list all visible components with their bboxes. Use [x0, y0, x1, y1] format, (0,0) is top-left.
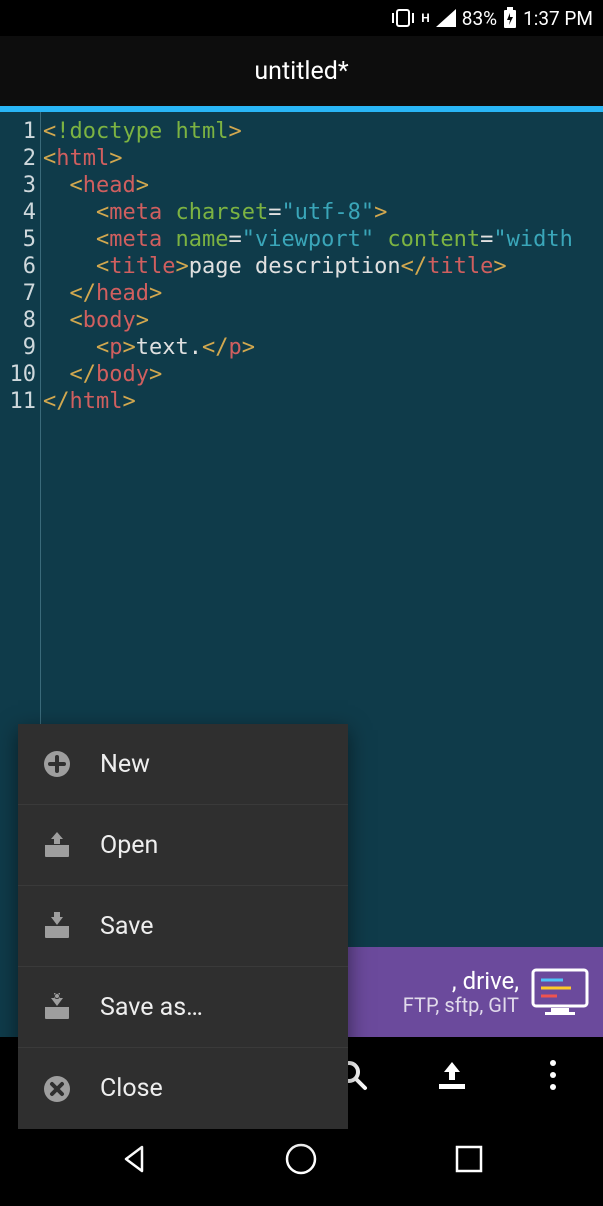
document-title: untitled* — [254, 57, 348, 86]
menu-save[interactable]: Save — [18, 886, 348, 967]
recent-icon — [455, 1145, 483, 1173]
title-bar: untitled* — [0, 36, 603, 106]
close-circle-icon — [40, 1072, 74, 1106]
code-line[interactable]: <head> — [41, 172, 603, 199]
upload-button[interactable] — [422, 1045, 482, 1105]
nav-back[interactable] — [94, 1129, 174, 1189]
menu-close[interactable]: Close — [18, 1048, 348, 1129]
code-line[interactable]: <title>page description</title> — [41, 253, 603, 280]
line-number: 1 — [0, 118, 40, 145]
code-line[interactable]: <!doctype html> — [41, 118, 603, 145]
line-number: 5 — [0, 226, 40, 253]
line-number: 3 — [0, 172, 40, 199]
status-bar: H 83% 1:37 PM — [0, 0, 603, 36]
code-line[interactable]: </body> — [41, 361, 603, 388]
code-line[interactable]: <html> — [41, 145, 603, 172]
menu-label: Close — [100, 1074, 163, 1103]
line-number: 7 — [0, 280, 40, 307]
battery-percent: 83% — [462, 7, 497, 30]
plus-circle-icon — [40, 747, 74, 781]
save-as-icon — [40, 990, 74, 1024]
code-line[interactable]: <meta charset="utf-8"> — [41, 199, 603, 226]
monitor-icon — [531, 968, 589, 1016]
upload-icon — [435, 1060, 469, 1090]
menu-label: Save as… — [100, 993, 203, 1022]
code-line[interactable]: </html> — [41, 388, 603, 415]
save-icon — [40, 909, 74, 943]
signal-icon — [436, 9, 456, 27]
clock: 1:37 PM — [523, 7, 593, 30]
battery-charging-icon — [503, 7, 517, 29]
code-line[interactable]: <p>text.</p> — [41, 334, 603, 361]
menu-label: Open — [100, 831, 158, 860]
line-number: 9 — [0, 334, 40, 361]
line-number: 8 — [0, 307, 40, 334]
ad-text: , drive, FTP, sftp, GIT — [403, 968, 519, 1016]
menu-save-as[interactable]: Save as… — [18, 967, 348, 1048]
line-number: 10 — [0, 361, 40, 388]
menu-label: Save — [100, 912, 153, 941]
home-icon — [284, 1142, 318, 1176]
menu-label: New — [100, 750, 150, 779]
menu-new[interactable]: New — [18, 724, 348, 805]
code-line[interactable]: </head> — [41, 280, 603, 307]
line-number: 6 — [0, 253, 40, 280]
nav-recent[interactable] — [429, 1129, 509, 1189]
nav-home[interactable] — [261, 1129, 341, 1189]
overflow-button[interactable] — [523, 1045, 583, 1105]
code-line[interactable]: <body> — [41, 307, 603, 334]
file-menu: New Open Save Save as… Close — [18, 724, 348, 1129]
line-number: 4 — [0, 199, 40, 226]
line-number: 2 — [0, 145, 40, 172]
line-number: 11 — [0, 388, 40, 415]
back-icon — [118, 1143, 150, 1175]
more-vert-icon — [548, 1058, 558, 1092]
code-line[interactable]: <meta name="viewport" content="width — [41, 226, 603, 253]
menu-open[interactable]: Open — [18, 805, 348, 886]
vibrate-icon — [391, 8, 415, 28]
open-icon — [40, 828, 74, 862]
network-label: H — [421, 11, 429, 25]
status-icons: H 83% 1:37 PM — [391, 7, 593, 30]
editor-area[interactable]: 1 2 3 4 5 6 7 8 9 10 11 <!doctype html> … — [0, 112, 603, 1037]
